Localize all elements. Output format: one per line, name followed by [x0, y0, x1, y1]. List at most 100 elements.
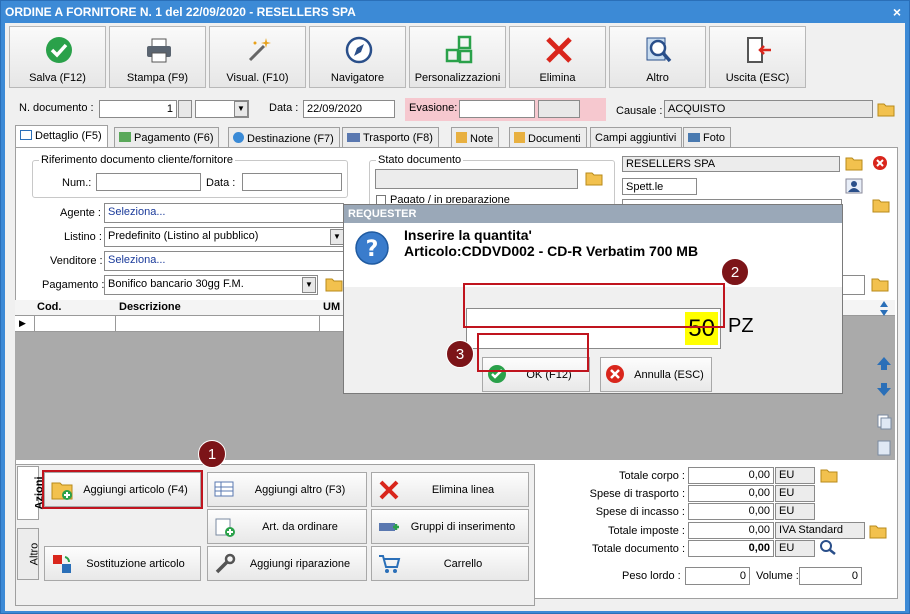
tab-label: Trasporto (F8) [363, 132, 433, 144]
total-body-value[interactable]: 0,00 [688, 467, 774, 484]
cart-add-icon [215, 518, 235, 537]
shipping-cost-value[interactable]: 0,00 [688, 485, 774, 502]
listino-select[interactable]: Predefinito (Listino al pubblico) [104, 227, 344, 247]
tab-destinazione[interactable]: Destinazione (F7) [228, 127, 340, 148]
total-taxes-value[interactable]: 0,00 [688, 522, 774, 539]
contact-icon[interactable] [845, 178, 863, 194]
tab-altro[interactable]: Altro [17, 528, 40, 580]
tab-label: Note [470, 133, 494, 145]
venditore-select[interactable]: Seleziona... [104, 251, 344, 271]
folder-icon[interactable] [871, 276, 889, 292]
folder-icon[interactable] [872, 197, 890, 213]
delete-button[interactable]: Elimina [509, 26, 606, 88]
move-up-icon[interactable] [875, 355, 893, 372]
cart-button[interactable]: Carrello [371, 546, 529, 581]
rif-date-input[interactable] [242, 173, 342, 191]
tab-label: Campi aggiuntivi [595, 132, 677, 144]
date-input[interactable]: 22/09/2020 [303, 100, 395, 118]
doc-number-spinner[interactable] [178, 100, 192, 118]
folder-icon[interactable] [820, 467, 838, 483]
folder-icon[interactable] [845, 155, 863, 171]
agente-label: Agente : [60, 207, 101, 219]
spett-input[interactable]: Spett.le [622, 178, 697, 195]
cancel-circle-icon [606, 365, 624, 383]
dialog-title: REQUESTER [344, 205, 842, 223]
volume-input[interactable]: 0 [799, 567, 862, 585]
copy-icon[interactable] [875, 413, 893, 430]
add-other-label: Aggiungi altro (F3) [254, 484, 346, 496]
exit-button[interactable]: Uscita (ESC) [709, 26, 806, 88]
wrench-icon [215, 553, 236, 574]
folder-icon[interactable] [877, 101, 895, 117]
zoom-icon[interactable] [819, 539, 837, 555]
stato-doc-title: Stato documento [376, 154, 464, 166]
exit-label: Uscita (ESC) [725, 72, 790, 84]
tab-pagamento[interactable]: Pagamento (F6) [114, 127, 220, 148]
app-window: ORDINE A FORNITORE N. 1 del 22/09/2020 -… [0, 0, 910, 614]
causale-label: Causale : [616, 105, 663, 117]
folder-icon[interactable] [869, 523, 887, 539]
causale-input[interactable]: ACQUISTO [664, 100, 873, 118]
total-taxes-label: Totale imposte : [607, 525, 685, 537]
tab-foto[interactable]: Foto [683, 127, 732, 148]
evasione-extra-input[interactable] [538, 100, 580, 118]
tab-label: Documenti [528, 133, 581, 145]
folder-icon[interactable] [585, 170, 603, 186]
note-icon [456, 132, 467, 143]
shipping-cost-label: Spese di trasporto : [589, 488, 685, 500]
art-to-order-button[interactable]: Art. da ordinare [207, 509, 367, 544]
add-repair-button[interactable]: Aggiungi riparazione [207, 546, 367, 581]
chevron-down-icon[interactable]: ▼ [302, 277, 316, 293]
table-row[interactable]: ▶ [15, 316, 345, 332]
doc-number-label: N. documento : [19, 102, 94, 114]
chevron-down-icon[interactable]: ▼ [234, 101, 248, 117]
preview-label: Visual. (F10) [226, 72, 289, 84]
stato-doc-input[interactable] [375, 169, 578, 189]
total-body-label: Totale corpo : [618, 470, 685, 482]
customizations-button[interactable]: Personalizzazioni [409, 26, 506, 88]
highlight-add-article [42, 470, 203, 509]
listino-label: Listino : [64, 231, 102, 243]
gross-weight-input[interactable]: 0 [685, 567, 750, 585]
folder-icon[interactable] [325, 276, 343, 292]
tab-azioni[interactable]: Azioni [17, 466, 46, 520]
tab-campi-aggiuntivi[interactable]: Campi aggiuntivi [590, 127, 683, 148]
chevron-down-icon[interactable]: ▼ [330, 229, 344, 245]
delete-line-button[interactable]: Elimina linea [371, 472, 529, 507]
remove-icon[interactable] [871, 155, 889, 171]
print-button[interactable]: Stampa (F9) [109, 26, 206, 88]
magic-wand-icon [248, 38, 271, 62]
other-button[interactable]: Altro [609, 26, 706, 88]
close-window-button[interactable]: × [893, 4, 901, 20]
tax-type-select[interactable]: IVA Standard [775, 522, 865, 539]
docs-icon [514, 132, 525, 143]
paste-icon[interactable] [875, 439, 893, 456]
collection-cost-value[interactable]: 0,00 [688, 503, 774, 520]
total-document-label: Totale documento : [592, 543, 685, 555]
insert-groups-button[interactable]: Gruppi di inserimento [371, 509, 529, 544]
doc-number-input[interactable]: 1 [99, 100, 177, 118]
navigator-button[interactable]: Navigatore [309, 26, 406, 88]
total-document-value[interactable]: 0,00 [688, 540, 774, 557]
rif-num-input[interactable] [96, 173, 201, 191]
tab-dettaglio[interactable]: Dettaglio (F5) [15, 125, 108, 148]
preview-button[interactable]: Visual. (F10) [209, 26, 306, 88]
highlight-ok [477, 333, 589, 372]
sort-icon[interactable] [875, 300, 893, 317]
evasione-input[interactable] [459, 100, 535, 118]
agente-select[interactable]: Seleziona... [104, 203, 344, 223]
tab-note[interactable]: Note [451, 127, 500, 148]
rif-doc-title: Riferimento documento cliente/fornitore [39, 154, 235, 166]
tab-label: Destinazione (F7) [247, 133, 334, 145]
replace-article-button[interactable]: Sostituzione articolo [44, 546, 201, 581]
save-button[interactable]: Salva (F12) [9, 26, 106, 88]
tab-documenti[interactable]: Documenti [509, 127, 587, 148]
tab-trasporto[interactable]: Trasporto (F8) [342, 127, 439, 148]
money-icon [119, 132, 131, 142]
cart-label: Carrello [443, 558, 483, 570]
cancel-button[interactable]: Annulla (ESC) [600, 357, 712, 392]
pagamento-select[interactable]: Bonifico bancario 30gg F.M. [104, 275, 318, 295]
add-other-button[interactable]: Aggiungi altro (F3) [207, 472, 367, 507]
supplier-name-input[interactable]: RESELLERS SPA [622, 156, 840, 172]
move-down-icon[interactable] [875, 381, 893, 398]
